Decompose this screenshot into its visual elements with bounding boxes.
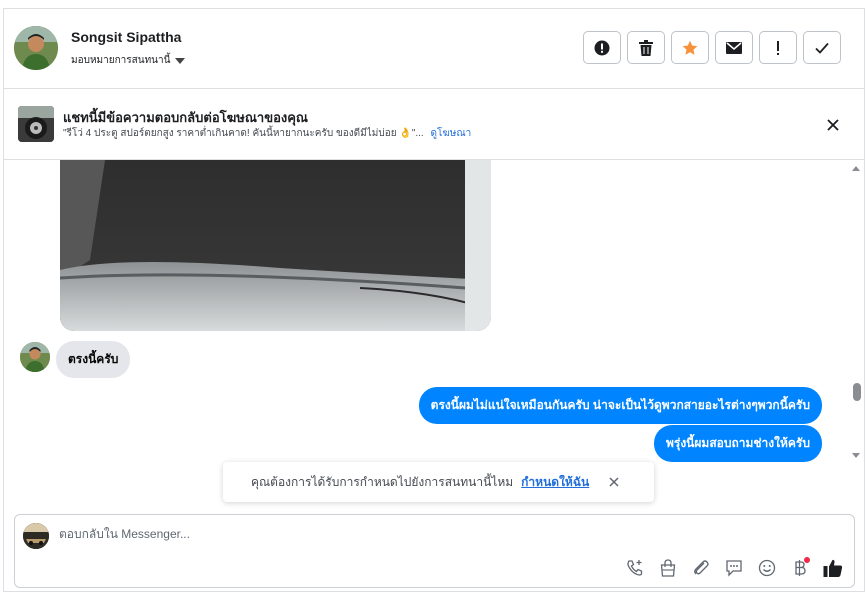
mark-unread-button[interactable] xyxy=(715,31,753,64)
mark-done-button[interactable] xyxy=(803,31,841,64)
chat-bubble-icon xyxy=(726,560,742,577)
saved-replies-button[interactable] xyxy=(723,557,745,579)
outgoing-message: ตรงนี้ผมไม่แน่ใจเหมือนกันครับ น่าจะเป็นไ… xyxy=(418,387,822,424)
ad-banner-title: แชทนี้มีข้อความตอบกลับต่อโฆษณาของคุณ xyxy=(63,110,308,125)
ad-reply-banner: แชทนี้มีข้อความตอบกลับต่อโฆษณาของคุณ "รี… xyxy=(4,90,864,160)
envelope-icon xyxy=(726,41,742,54)
delete-button[interactable] xyxy=(627,31,665,64)
assignment-prompt: คุณต้องการได้รับการกำหนดไปยังการสนทนานี้… xyxy=(223,462,654,502)
notification-dot xyxy=(804,557,810,563)
add-call-button[interactable] xyxy=(624,557,646,579)
shared-photo[interactable] xyxy=(60,160,491,331)
contact-name: Songsit Sipattha xyxy=(71,29,182,45)
caret-down-icon xyxy=(175,57,186,64)
assign-to-me-link[interactable]: กำหนดให้ฉัน xyxy=(521,473,589,492)
contact-avatar-small xyxy=(20,342,50,372)
incoming-message: ตรงนี้ครับ xyxy=(56,341,131,378)
ad-thumbnail xyxy=(18,106,54,142)
star-button[interactable] xyxy=(671,31,709,64)
reply-input[interactable] xyxy=(59,527,819,541)
dismiss-prompt-button[interactable] xyxy=(605,473,623,491)
mark-spam-button[interactable] xyxy=(583,31,621,64)
payment-button[interactable] xyxy=(789,557,811,579)
composer-toolbar xyxy=(624,557,844,579)
close-banner-button[interactable] xyxy=(822,114,844,136)
thumbs-up-icon xyxy=(823,559,843,577)
follow-up-button[interactable] xyxy=(759,31,797,64)
message-thread[interactable]: ตรงนี้ครับ ตรงนี้ผมไม่แน่ใจเหมือนกันครับ… xyxy=(4,160,864,510)
emoji-button[interactable] xyxy=(756,557,778,579)
alert-circle-icon xyxy=(594,40,610,55)
like-button[interactable] xyxy=(822,557,844,579)
ad-quote-text: "รีโว่ 4 ประตู สปอร์ตยกสูง ราคาต่ำเกินคา… xyxy=(63,128,424,139)
attach-button[interactable] xyxy=(690,557,712,579)
paperclip-icon xyxy=(694,560,709,575)
assign-label: มอบหมายการสนทนานี้ xyxy=(71,55,171,66)
assignment-prompt-text: คุณต้องการได้รับการกำหนดไปยังการสนทนานี้… xyxy=(251,474,514,489)
check-icon xyxy=(815,42,829,54)
shopping-bag-icon xyxy=(660,559,676,577)
page-avatar xyxy=(23,523,49,549)
scroll-up-arrow[interactable] xyxy=(852,166,860,171)
contact-avatar[interactable] xyxy=(14,26,58,70)
exclamation-icon xyxy=(777,40,779,55)
call-add-icon xyxy=(627,560,643,576)
conversation-panel: Songsit Sipattha มอบหมายการสนทนานี้ แชทน… xyxy=(3,8,865,592)
close-icon xyxy=(827,119,839,131)
close-icon xyxy=(609,477,619,487)
ad-banner-subtitle: "รีโว่ 4 ประตู สปอร์ตยกสูง ราคาต่ำเกินคา… xyxy=(63,126,471,141)
trash-icon xyxy=(639,39,653,56)
conversation-header: Songsit Sipattha มอบหมายการสนทนานี้ xyxy=(4,9,864,89)
reply-composer xyxy=(14,514,855,588)
assign-conversation-dropdown[interactable]: มอบหมายการสนทนานี้ xyxy=(71,53,186,68)
star-icon xyxy=(682,40,698,55)
conversation-actions xyxy=(583,31,841,64)
shop-button[interactable] xyxy=(657,557,679,579)
view-ad-link[interactable]: ดูโฆษณา xyxy=(430,128,471,139)
smiley-icon xyxy=(758,559,776,577)
scrollbar-thumb[interactable] xyxy=(853,383,861,401)
scroll-down-arrow[interactable] xyxy=(852,453,860,458)
outgoing-message: พรุ่งนี้ผมสอบถามช่างให้ครับ xyxy=(653,425,822,462)
